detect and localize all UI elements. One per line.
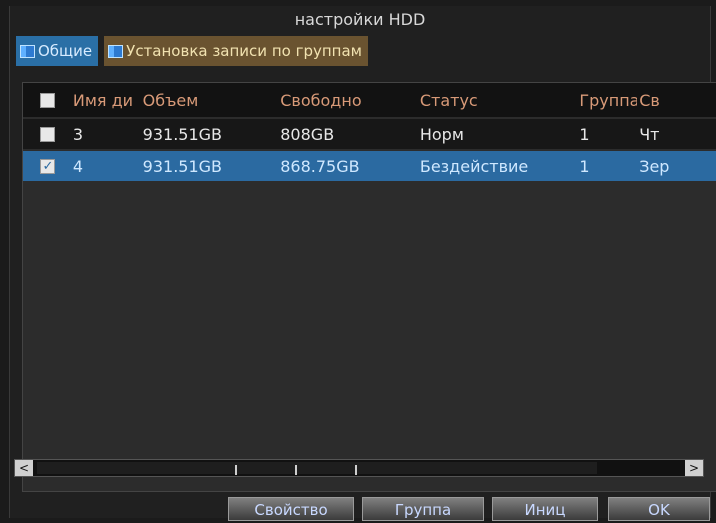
header-property[interactable]: Св xyxy=(637,91,716,110)
tab-general[interactable]: Общие xyxy=(16,36,99,66)
cell-status: Бездействие xyxy=(419,156,529,176)
checkbox-checked-icon: ✓ xyxy=(40,158,56,174)
cell-free: 808GB xyxy=(280,124,335,144)
cell-group: 1 xyxy=(579,156,590,176)
cell-status: Норм xyxy=(419,124,464,144)
tab-flag-icon xyxy=(108,44,124,58)
scrollbar-tick xyxy=(295,465,297,475)
cell-property: Зер xyxy=(639,156,670,176)
scrollbar-track[interactable] xyxy=(37,462,597,475)
cell-disk-name: 3 xyxy=(72,124,84,144)
table-header: Имя ди Объем Свободно Статус Группа Св xyxy=(23,83,716,117)
table-row[interactable]: 3 931.51GB 808GB Норм 1 Чт xyxy=(23,119,716,149)
tab-bar: Общие Установка записи по группам xyxy=(16,36,374,66)
scrollbar-tick xyxy=(355,465,357,475)
cell-capacity: 931.51GB xyxy=(142,124,223,144)
table-row-selected[interactable]: ✓ 4 931.51GB 868.75GB Бездействие 1 Зер xyxy=(23,151,716,181)
cell-free: 868.75GB xyxy=(280,156,360,176)
init-button[interactable]: Иниц xyxy=(492,497,598,521)
window-title: настройки HDD xyxy=(294,10,426,29)
row-checkbox[interactable] xyxy=(23,126,71,142)
cell-property: Чт xyxy=(639,124,660,144)
checkbox-icon xyxy=(40,92,56,108)
header-disk-name[interactable]: Имя ди xyxy=(71,91,141,110)
scrollbar-tick xyxy=(235,465,237,475)
header-free[interactable]: Свободно xyxy=(278,91,418,110)
ok-button[interactable]: OK xyxy=(608,497,710,521)
select-all-checkbox[interactable] xyxy=(23,92,71,108)
horizontal-scrollbar[interactable]: < > xyxy=(14,459,704,477)
scroll-left-icon[interactable]: < xyxy=(15,460,33,476)
hdd-settings-window: настройки HDD Общие Установка записи по … xyxy=(9,6,716,518)
header-group[interactable]: Группа xyxy=(577,91,637,110)
header-status[interactable]: Статус xyxy=(418,91,578,110)
tab-flag-icon xyxy=(20,44,35,58)
hdd-table: Имя ди Объем Свободно Статус Группа Св 3… xyxy=(22,82,716,492)
scroll-right-icon[interactable]: > xyxy=(685,460,703,476)
tab-general-label: Общие xyxy=(38,42,93,60)
checkbox-icon xyxy=(40,126,56,142)
tab-group-recording-label: Установка записи по группам xyxy=(126,42,362,60)
group-button[interactable]: Группа xyxy=(362,497,484,521)
row-checkbox[interactable]: ✓ xyxy=(23,158,71,174)
cell-capacity: 931.51GB xyxy=(142,156,223,176)
tab-group-recording[interactable]: Установка записи по группам xyxy=(104,36,368,66)
cell-disk-name: 4 xyxy=(72,156,84,176)
header-capacity[interactable]: Объем xyxy=(141,91,279,110)
cell-group: 1 xyxy=(579,124,590,144)
property-button[interactable]: Свойство xyxy=(228,497,354,521)
